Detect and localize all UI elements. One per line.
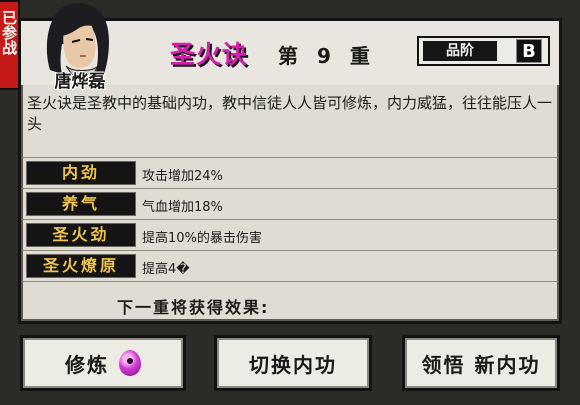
switch-skill-button-label: 切换内功	[249, 352, 337, 377]
stat-label: 养气	[26, 192, 136, 216]
divider	[22, 281, 558, 282]
stat-row: 内劲 攻击增加24%	[22, 159, 558, 187]
grade-label: 品阶	[423, 41, 497, 61]
stat-row: 养气 气血增加18%	[22, 190, 558, 218]
divider	[22, 157, 558, 158]
stat-row: 圣火燎原 提高4�	[22, 252, 558, 280]
level-number: 9	[317, 44, 334, 68]
stat-value: 提高10%的暴击伤害	[142, 231, 262, 246]
cultivate-button[interactable]: 修炼	[20, 335, 186, 391]
skill-level: 第9重	[278, 40, 389, 69]
next-level-effect-heading: 下一重将获得效果:	[117, 298, 270, 317]
learn-new-skill-button-label: 领悟 新内功	[421, 352, 541, 377]
grade-value: B	[516, 39, 542, 63]
stat-row: 圣火劲 提高10%的暴击伤害	[22, 221, 558, 249]
switch-skill-button[interactable]: 切换内功	[214, 335, 372, 391]
divider	[22, 188, 558, 189]
character-name: 唐烨磊	[54, 72, 106, 92]
level-prefix: 第	[278, 44, 301, 68]
stat-value: 气血增加18%	[142, 200, 223, 215]
skill-title: 圣火诀	[170, 40, 249, 69]
learn-new-skill-button[interactable]: 领悟 新内功	[402, 335, 560, 391]
cultivate-button-label: 修炼	[65, 352, 109, 377]
skill-screen: 已参战 唐烨磊 圣火诀 第9重 品阶 B 圣火诀是圣教中的基础内功，教中信徒人人…	[0, 0, 580, 405]
grade-box: 品阶 B	[417, 36, 550, 66]
divider	[22, 219, 558, 220]
level-suffix: 重	[349, 44, 373, 68]
participation-badge-text: 已参战	[0, 10, 18, 55]
stat-value: 提高4�	[142, 262, 190, 277]
spirit-orb-icon	[119, 350, 141, 376]
stat-value: 攻击增加24%	[142, 169, 223, 184]
stat-label: 圣火燎原	[26, 254, 136, 278]
divider	[22, 250, 558, 251]
stat-label: 内劲	[26, 161, 136, 185]
stat-label: 圣火劲	[26, 223, 136, 247]
participation-badge: 已参战	[0, 0, 20, 90]
skill-description: 圣火诀是圣教中的基础内功，教中信徒人人皆可修炼，内力威猛，往往能压人一头	[27, 94, 553, 133]
